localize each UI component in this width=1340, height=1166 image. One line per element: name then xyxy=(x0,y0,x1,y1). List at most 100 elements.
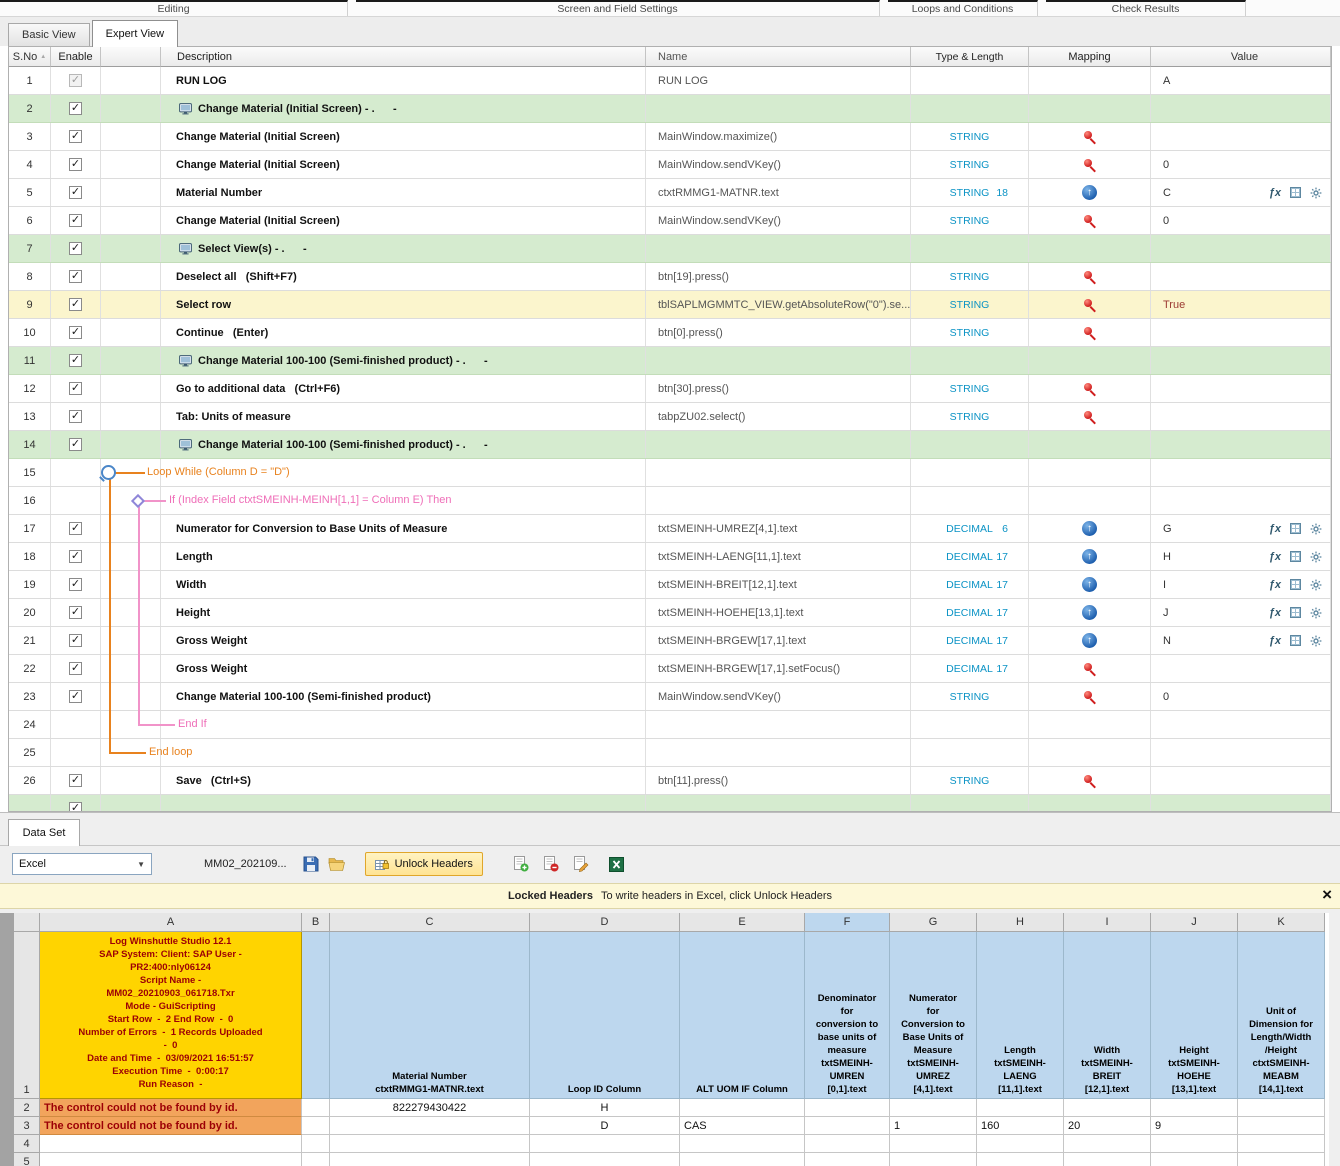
excel-row-header-3[interactable]: 3 xyxy=(14,1117,40,1135)
excel-header-cell-G[interactable]: Numerator for Conversion to Base Units o… xyxy=(890,932,977,1099)
map-function-icon[interactable]: ƒx xyxy=(1269,635,1281,647)
excel-cell-I4[interactable] xyxy=(1064,1135,1151,1153)
map-table-icon[interactable] xyxy=(1290,635,1301,646)
script-row-3[interactable]: 3✓Change Material (Initial Screen)MainWi… xyxy=(9,123,1331,151)
script-row-2[interactable]: 2✓Change Material (Initial Screen) - . - xyxy=(9,95,1331,123)
map-function-icon[interactable]: ƒx xyxy=(1269,551,1281,563)
add-row-button[interactable] xyxy=(509,852,533,876)
enable-checkbox[interactable]: ✓ xyxy=(69,186,82,199)
excel-cell-K3[interactable] xyxy=(1238,1117,1325,1135)
excel-column-header-I[interactable]: I xyxy=(1064,913,1151,932)
excel-column-header-E[interactable]: E xyxy=(680,913,805,932)
not-mapped-pin-icon[interactable] xyxy=(1082,129,1098,145)
enable-checkbox[interactable]: ✓ xyxy=(69,550,82,563)
excel-log-cell[interactable]: Log Winshuttle Studio 12.1 SAP System: C… xyxy=(40,932,302,1099)
column-header-sno[interactable]: S.No▲ xyxy=(9,47,51,67)
not-mapped-pin-icon[interactable] xyxy=(1082,325,1098,341)
excel-row-header-4[interactable]: 4 xyxy=(14,1135,40,1153)
excel-cell-B5[interactable] xyxy=(302,1153,330,1166)
excel-header-cell-J[interactable]: Height txtSMEINH- HOEHE [13,1].text xyxy=(1151,932,1238,1099)
mapped-upload-icon[interactable]: ↑ xyxy=(1082,633,1097,648)
excel-header-cell-E[interactable]: ALT UOM IF Column xyxy=(680,932,805,1099)
enable-checkbox[interactable]: ✓ xyxy=(69,578,82,591)
excel-header-cell-I[interactable]: Width txtSMEINH- BREIT [12,1].text xyxy=(1064,932,1151,1099)
script-row-1[interactable]: 1✓RUN LOGRUN LOGA xyxy=(9,67,1331,95)
column-header-type-length[interactable]: Type & Length xyxy=(911,47,1029,67)
column-header-name[interactable]: Name xyxy=(646,47,911,67)
not-mapped-pin-icon[interactable] xyxy=(1082,297,1098,313)
script-row-15[interactable]: 15 xyxy=(9,459,1331,487)
script-row-8[interactable]: 8✓Deselect all (Shift+F7)btn[19].press()… xyxy=(9,263,1331,291)
excel-cell-H5[interactable] xyxy=(977,1153,1064,1166)
excel-cell-G4[interactable] xyxy=(890,1135,977,1153)
enable-checkbox[interactable]: ✓ xyxy=(69,74,82,87)
tab-data-set[interactable]: Data Set xyxy=(8,819,80,846)
script-row-5[interactable]: 5✓Material NumberctxtRMMG1-MATNR.textSTR… xyxy=(9,179,1331,207)
column-header-mapping[interactable]: Mapping xyxy=(1029,47,1151,67)
excel-column-header-B[interactable]: B xyxy=(302,913,330,932)
excel-header-cell-D[interactable]: Loop ID Column xyxy=(530,932,680,1099)
enable-checkbox[interactable]: ✓ xyxy=(69,158,82,171)
map-table-icon[interactable] xyxy=(1290,579,1301,590)
script-row-26[interactable]: 26✓Save (Ctrl+S)btn[11].press()STRING xyxy=(9,767,1331,795)
excel-cell-J4[interactable] xyxy=(1151,1135,1238,1153)
map-settings-icon[interactable] xyxy=(1310,607,1322,619)
not-mapped-pin-icon[interactable] xyxy=(1082,381,1098,397)
not-mapped-pin-icon[interactable] xyxy=(1082,661,1098,677)
open-data-button[interactable] xyxy=(325,852,349,876)
excel-cell-C2[interactable]: 822279430422 xyxy=(330,1099,530,1117)
enable-checkbox[interactable]: ✓ xyxy=(69,354,82,367)
column-header-enable[interactable]: Enable xyxy=(51,47,101,67)
mapped-upload-icon[interactable]: ↑ xyxy=(1082,605,1097,620)
excel-row-header-5[interactable]: 5 xyxy=(14,1153,40,1166)
excel-column-header-G[interactable]: G xyxy=(890,913,977,932)
excel-cell-J3[interactable]: 9 xyxy=(1151,1117,1238,1135)
map-table-icon[interactable] xyxy=(1290,607,1301,618)
excel-header-cell-H[interactable]: Length txtSMEINH- LAENG [11,1].text xyxy=(977,932,1064,1099)
excel-column-header-H[interactable]: H xyxy=(977,913,1064,932)
not-mapped-pin-icon[interactable] xyxy=(1082,773,1098,789)
enable-checkbox[interactable]: ✓ xyxy=(69,438,82,451)
excel-cell-C5[interactable] xyxy=(330,1153,530,1166)
enable-checkbox[interactable]: ✓ xyxy=(69,802,82,812)
map-table-icon[interactable] xyxy=(1290,187,1301,198)
excel-cell-B3[interactable] xyxy=(302,1117,330,1135)
enable-checkbox[interactable]: ✓ xyxy=(69,298,82,311)
mapped-upload-icon[interactable]: ↑ xyxy=(1082,549,1097,564)
excel-cell-D3[interactable]: D xyxy=(530,1117,680,1135)
script-row-22[interactable]: 22✓Gross WeighttxtSMEINH-BRGEW[17,1].set… xyxy=(9,655,1331,683)
script-row-10[interactable]: 10✓Continue (Enter)btn[0].press()STRING xyxy=(9,319,1331,347)
map-settings-icon[interactable] xyxy=(1310,523,1322,535)
excel-cell-G2[interactable] xyxy=(890,1099,977,1117)
tab-basic-view[interactable]: Basic View xyxy=(8,23,90,46)
excel-cell-E5[interactable] xyxy=(680,1153,805,1166)
excel-cell-D2[interactable]: H xyxy=(530,1099,680,1117)
excel-cell-K5[interactable] xyxy=(1238,1153,1325,1166)
script-row-24[interactable]: 24 xyxy=(9,711,1331,739)
unlock-headers-button[interactable]: Unlock Headers xyxy=(365,852,483,876)
open-in-excel-button[interactable] xyxy=(605,852,629,876)
not-mapped-pin-icon[interactable] xyxy=(1082,157,1098,173)
mapped-upload-icon[interactable]: ↑ xyxy=(1082,577,1097,592)
excel-header-cell-C[interactable]: Material Number ctxtRMMG1-MATNR.text xyxy=(330,932,530,1099)
excel-column-header-J[interactable]: J xyxy=(1151,913,1238,932)
enable-checkbox[interactable]: ✓ xyxy=(69,270,82,283)
map-table-icon[interactable] xyxy=(1290,523,1301,534)
script-row-11[interactable]: 11✓Change Material 100-100 (Semi-finishe… xyxy=(9,347,1331,375)
excel-cell-A5[interactable] xyxy=(40,1153,302,1166)
excel-cell-J2[interactable] xyxy=(1151,1099,1238,1117)
map-settings-icon[interactable] xyxy=(1310,579,1322,591)
excel-cell-F3[interactable] xyxy=(805,1117,890,1135)
not-mapped-pin-icon[interactable] xyxy=(1082,409,1098,425)
script-row-6[interactable]: 6✓Change Material (Initial Screen)MainWi… xyxy=(9,207,1331,235)
script-row-13[interactable]: 13✓Tab: Units of measuretabpZU02.select(… xyxy=(9,403,1331,431)
excel-cell-A2[interactable]: The control could not be found by id. xyxy=(40,1099,302,1117)
not-mapped-pin-icon[interactable] xyxy=(1082,269,1098,285)
script-row-23[interactable]: 23✓Change Material 100-100 (Semi-finishe… xyxy=(9,683,1331,711)
excel-cell-G3[interactable]: 1 xyxy=(890,1117,977,1135)
excel-cell-D4[interactable] xyxy=(530,1135,680,1153)
enable-checkbox[interactable]: ✓ xyxy=(69,242,82,255)
excel-cell-B2[interactable] xyxy=(302,1099,330,1117)
script-row-18[interactable]: 18✓LengthtxtSMEINH-LAENG[11,1].textDECIM… xyxy=(9,543,1331,571)
enable-checkbox[interactable]: ✓ xyxy=(69,690,82,703)
